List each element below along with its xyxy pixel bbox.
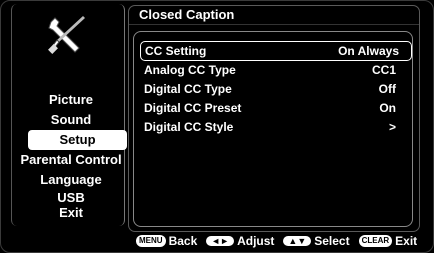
menu-key-icon: MENU <box>136 235 166 247</box>
setting-label: Digital CC Style <box>144 120 234 134</box>
menu-item-picture[interactable]: Picture <box>12 90 130 110</box>
menu-item-sound[interactable]: Sound <box>12 110 130 130</box>
menu-item-parental-control[interactable]: Parental Control <box>12 150 130 170</box>
setting-label: Analog CC Type <box>144 63 236 77</box>
menu-item-setup[interactable]: Setup <box>28 130 127 150</box>
select-hint: Select <box>314 234 350 248</box>
setting-row-digital-cc-type[interactable]: Digital CC Type Off <box>144 80 408 98</box>
setting-row-digital-cc-style[interactable]: Digital CC Style > <box>144 118 408 136</box>
settings-list: CC Setting On Always Analog CC Type CC1 … <box>133 31 413 227</box>
back-hint: Back <box>168 234 198 248</box>
setup-menu: Picture Sound Setup Parental Control Lan… <box>12 90 130 220</box>
tools-icon <box>48 16 85 54</box>
title-divider <box>129 24 419 25</box>
setting-value: On Always <box>338 44 399 58</box>
clear-key-icon: CLEAR <box>358 235 393 247</box>
setting-label: Digital CC Preset <box>144 101 242 115</box>
setting-row-digital-cc-preset[interactable]: Digital CC Preset On <box>144 99 408 117</box>
menu-item-exit[interactable]: Exit <box>12 205 130 220</box>
setting-value: CC1 <box>371 63 396 77</box>
menu-item-usb[interactable]: USB <box>12 190 130 205</box>
setting-label: Digital CC Type <box>144 82 232 96</box>
adjust-hint: Adjust <box>237 234 275 248</box>
setting-value: On <box>379 101 396 115</box>
left-right-arrows-icon: ◄► <box>206 236 235 246</box>
menu-item-language[interactable]: Language <box>12 170 130 190</box>
setting-row-analog-cc-type[interactable]: Analog CC Type CC1 <box>144 61 408 79</box>
sidebar: Picture Sound Setup Parental Control Lan… <box>11 4 127 226</box>
chevron-right-icon: > <box>388 120 396 134</box>
page-title: Closed Caption <box>139 7 235 22</box>
setting-value: Off <box>378 82 396 96</box>
setting-label: CC Setting <box>145 44 207 58</box>
up-down-arrows-icon: ▲▼ <box>283 236 312 246</box>
closed-caption-panel: Closed Caption CC Setting On Always Anal… <box>128 5 420 232</box>
setting-row-cc-setting[interactable]: CC Setting On Always <box>140 41 412 61</box>
key-hints-bar: MENU Back ◄► Adjust ▲▼ Select CLEAR Exit <box>136 233 426 249</box>
exit-hint: Exit <box>395 234 418 248</box>
